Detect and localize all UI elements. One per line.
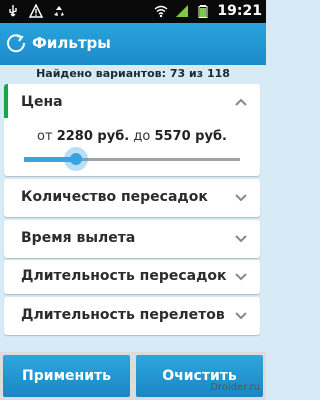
to-value: 5570 руб. (154, 129, 227, 144)
from-word: от (37, 129, 53, 144)
signal-icon (176, 5, 189, 17)
clock: 19:21 (217, 3, 262, 19)
filter-label: Количество пересадок (21, 189, 208, 205)
chevron-down-icon[interactable] (234, 272, 248, 282)
action-bar: Фильтры (0, 23, 266, 65)
price-filter-card[interactable]: Цена от 2280 руб. до 5570 руб. (4, 84, 260, 176)
filter-label: Длительность пересадок (21, 268, 227, 284)
chevron-down-icon[interactable] (234, 311, 248, 321)
status-bar: 19:21 (0, 0, 266, 23)
price-slider-thumb[interactable] (63, 146, 89, 172)
page-title: Фильтры (32, 34, 111, 52)
chevron-down-icon[interactable] (234, 193, 248, 203)
apply-button[interactable]: Применить (3, 355, 130, 397)
filter-card-departure-time[interactable]: Время вылета (4, 220, 260, 258)
back-arrow-icon[interactable] (7, 34, 27, 54)
filter-label: Длительность перелетов (21, 307, 225, 323)
from-value: 2280 руб. (56, 129, 130, 144)
usb-icon (9, 5, 17, 17)
active-accent-bar (4, 84, 8, 118)
results-count: Найдено вариантов: 73 из 118 (36, 67, 230, 80)
recycle-icon (54, 6, 64, 16)
filter-card-transfer-duration[interactable]: Длительность пересадок (4, 260, 260, 294)
wifi-icon (154, 5, 168, 18)
chevron-up-icon[interactable] (234, 97, 248, 107)
price-filter-label: Цена (21, 94, 63, 110)
price-range-text: от 2280 руб. до 5570 руб. (4, 129, 260, 144)
to-word: до (133, 129, 151, 144)
filter-card-transfers[interactable]: Количество пересадок (4, 179, 260, 217)
filter-label: Время вылета (21, 230, 136, 246)
warning-icon (29, 4, 43, 18)
battery-icon (198, 5, 208, 18)
watermark: Droider.ru (210, 382, 260, 393)
chevron-down-icon[interactable] (234, 234, 248, 244)
filter-card-flight-duration[interactable]: Длительность перелетов (4, 297, 260, 335)
